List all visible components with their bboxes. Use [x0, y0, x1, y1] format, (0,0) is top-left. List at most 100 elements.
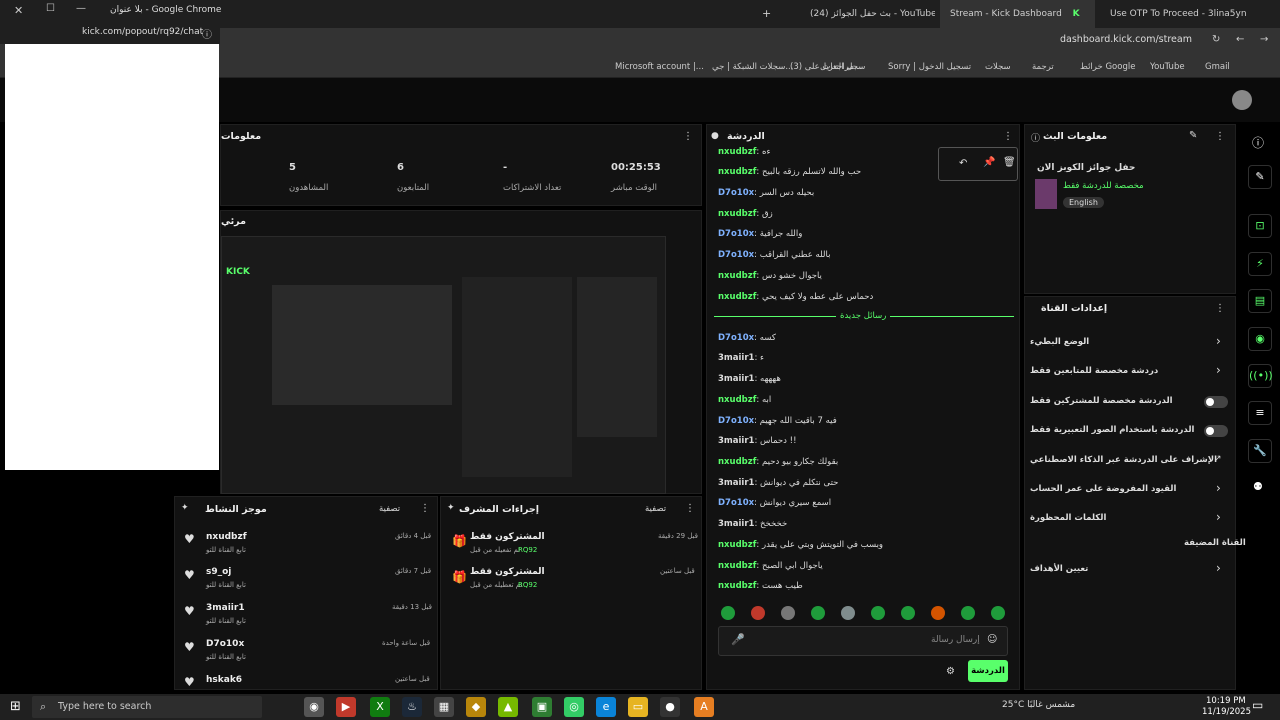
emote-icon[interactable] — [751, 606, 765, 620]
chat-username[interactable]: nxudbzf — [718, 209, 756, 219]
pin-icon[interactable]: ✦ — [447, 503, 455, 513]
subs-filter-button[interactable]: تصفية — [645, 504, 666, 514]
activity-user[interactable]: s9_oj — [206, 567, 231, 577]
chat-username[interactable]: nxudbzf — [718, 292, 756, 302]
more-icon[interactable]: ⋮ — [1215, 131, 1225, 142]
microphone-icon[interactable]: 🎤 — [731, 633, 745, 646]
chat-message[interactable]: 3maiir1: حتى نتكلم في ديوانش — [718, 478, 838, 488]
reload-icon[interactable]: ↻ — [1212, 34, 1220, 45]
taskbar-app-icon[interactable]: A — [694, 697, 714, 717]
activity-filter-button[interactable]: تصفية — [379, 504, 400, 514]
info-icon[interactable]: ⓘ — [202, 26, 212, 41]
subscribers-only-toggle[interactable] — [1204, 396, 1228, 408]
emote-icon[interactable] — [991, 606, 1005, 620]
setting-banned-words[interactable]: الكلمات المحظورة — [1030, 513, 1106, 523]
chevron-right-icon[interactable]: › — [1216, 363, 1221, 377]
chat-username[interactable]: nxudbzf — [718, 581, 756, 591]
clock-time[interactable]: 10:19 PM — [1206, 696, 1246, 706]
github-icon[interactable]: ● — [660, 697, 680, 717]
pin-message-icon[interactable]: 📌 — [983, 157, 995, 168]
chat-username[interactable]: 3maiir1 — [718, 519, 754, 529]
more-icon[interactable]: ⋮ — [685, 503, 695, 514]
sub-action-user[interactable]: RQ92 — [518, 581, 537, 589]
chat-message[interactable]: D7o10x: اسمع سيري ديوانش — [718, 498, 831, 508]
emote-icon[interactable] — [721, 606, 735, 620]
emote-icon[interactable] — [811, 606, 825, 620]
bookmark-item[interactable]: سجلات — [985, 56, 1011, 78]
chevron-right-icon[interactable]: › — [1216, 510, 1221, 524]
chat-message[interactable]: nxudbzf: ءه — [718, 147, 770, 157]
chat-username[interactable]: nxudbzf — [718, 147, 756, 157]
bookmark-item[interactable]: Microsoft account |... — [615, 56, 704, 78]
stream-category[interactable]: مخصصة للدردشة فقط — [1063, 181, 1144, 191]
emote-icon[interactable] — [781, 606, 795, 620]
chat-username[interactable]: D7o10x — [718, 229, 754, 239]
chat-message[interactable]: D7o10x: والله جرافية — [718, 229, 802, 239]
chat-message[interactable]: nxudbzf: ياجوال ابي الصبح — [718, 561, 823, 571]
chat-message[interactable]: 3maiir1: دحماس !! — [718, 436, 796, 446]
chat-message[interactable]: nxudbzf: زق — [718, 209, 773, 219]
edit-icon[interactable]: ✎ — [1189, 130, 1197, 141]
emotes-only-toggle[interactable] — [1204, 425, 1228, 437]
chat-username[interactable]: D7o10x — [718, 498, 754, 508]
steam-icon[interactable]: ♨ — [402, 697, 422, 717]
sub-action-user[interactable]: RQ92 — [518, 546, 537, 554]
nvidia-icon[interactable]: ▲ — [498, 697, 518, 717]
store-icon[interactable]: ▦ — [434, 697, 454, 717]
url-field[interactable]: dashboard.kick.com/stream — [1060, 34, 1192, 45]
activity-user[interactable]: D7o10x — [206, 639, 244, 649]
chat-icon[interactable]: ◉ — [1248, 327, 1272, 351]
taskbar-app-icon[interactable]: ◆ — [466, 697, 486, 717]
bookmark-item[interactable]: خرائط Google — [1080, 56, 1135, 78]
chat-username[interactable]: nxudbzf — [718, 540, 756, 550]
chat-message[interactable]: nxudbzf: حب والله لاتسلم رزقه بالبيح — [718, 167, 861, 177]
forward-icon[interactable]: → — [1260, 34, 1268, 45]
lightning-icon[interactable]: ⚡ — [1248, 252, 1272, 276]
chat-message[interactable]: D7o10x: كسه — [718, 333, 776, 343]
file-explorer-icon[interactable]: ▭ — [628, 697, 648, 717]
windows-start-icon[interactable]: ⊞ — [10, 699, 21, 714]
clipboard-icon[interactable]: ▤ — [1248, 289, 1272, 313]
chat-message[interactable]: nxudbzf: دحماس على عطه ولا كيف يحي — [718, 292, 873, 302]
popup-chat-content[interactable] — [5, 44, 219, 470]
chat-username[interactable]: 3maiir1 — [718, 353, 754, 363]
chat-username[interactable]: 3maiir1 — [718, 478, 754, 488]
bookmark-item[interactable]: سجل التنزيل — [820, 56, 865, 78]
more-icon[interactable]: ⋮ — [1003, 131, 1013, 142]
chevron-right-icon[interactable]: › — [1216, 334, 1221, 348]
external-link-icon[interactable]: ↗ — [1214, 454, 1222, 464]
popup-url[interactable]: kick.com/popout/rq92/chat — [82, 27, 203, 37]
settings-icon[interactable]: ⚙ — [946, 666, 955, 677]
chat-input[interactable]: إرسال رسالة ☺ 🎤 — [718, 626, 1008, 656]
setting-set-goals[interactable]: تعيين الأهداف — [1030, 564, 1088, 574]
chat-username[interactable]: nxudbzf — [718, 271, 756, 281]
more-icon[interactable]: ⋮ — [420, 503, 430, 514]
community-icon[interactable]: ⚉ — [1253, 480, 1263, 493]
chat-message[interactable]: nxudbzf: ياجوال خشو دس — [718, 271, 822, 281]
tab-youtube[interactable]: (24) بث حفل الجوائز - YouTube — [800, 0, 935, 28]
minecraft-icon[interactable]: ▣ — [532, 697, 552, 717]
chat-send-button[interactable]: الدردشة — [968, 660, 1008, 682]
chat-message[interactable]: nxudbzf: طيب هست — [718, 581, 803, 591]
chat-username[interactable]: nxudbzf — [718, 167, 756, 177]
layers-icon[interactable]: ≡ — [1248, 401, 1272, 425]
activity-user[interactable]: nxudbzf — [206, 532, 247, 542]
delete-icon[interactable]: 🗑 — [1003, 157, 1016, 168]
chevron-right-icon[interactable]: › — [1216, 481, 1221, 495]
chevron-right-icon[interactable]: › — [1216, 561, 1221, 575]
chat-username[interactable]: D7o10x — [718, 416, 754, 426]
undo-icon[interactable]: ↶ — [959, 158, 967, 169]
chat-message[interactable]: nxudbzf: وبسب في التويتش وبتي على يقدر — [718, 540, 883, 550]
emote-icon[interactable] — [841, 606, 855, 620]
chrome-icon[interactable]: ◎ — [564, 697, 584, 717]
weather-widget[interactable]: 25°C مشمس غالبًا — [1002, 700, 1075, 710]
maximize-icon[interactable]: ☐ — [46, 3, 55, 14]
chat-message[interactable]: nxudbzf: ابه — [718, 395, 771, 405]
chat-message[interactable]: D7o10x: بالله عطني القراقب — [718, 250, 830, 260]
activity-user[interactable]: 3maiir1 — [206, 603, 245, 613]
chat-message[interactable]: D7o10x: فيه 7 باقيت الله جهيم — [718, 416, 837, 426]
chat-username[interactable]: 3maiir1 — [718, 374, 754, 384]
category-thumbnail[interactable] — [1035, 179, 1057, 209]
chat-message[interactable]: D7o10x: بحيله دس السر — [718, 188, 814, 198]
emote-icon[interactable] — [871, 606, 885, 620]
